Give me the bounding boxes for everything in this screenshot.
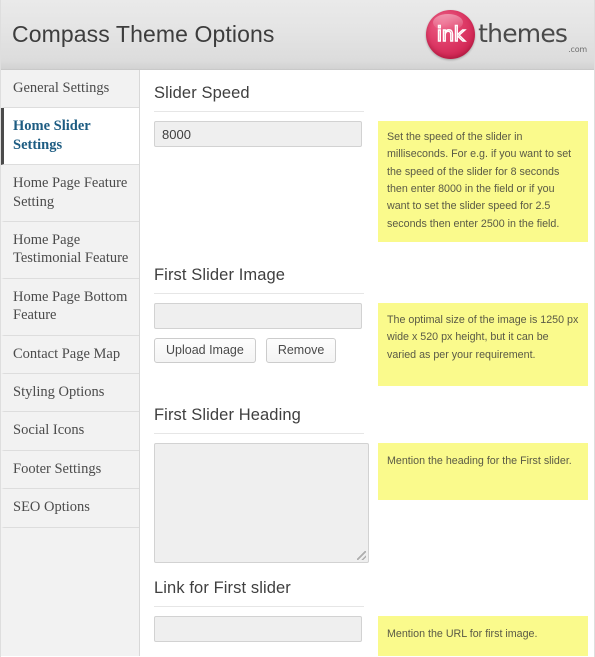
page-title: Compass Theme Options [12, 21, 275, 47]
divider [154, 292, 364, 294]
body-wrapper: General Settings Home Slider Settings Ho… [1, 70, 594, 656]
slider-speed-input-col [154, 121, 364, 147]
sidebar-item-home-page-testimonial-feature[interactable]: Home Page Testimonial Feature [1, 222, 139, 279]
page-header: Compass Theme Options ink themes .com [1, 0, 594, 70]
divider [154, 605, 364, 607]
settings-content: Slider Speed Set the speed of the slider… [140, 70, 594, 656]
sidebar-item-general-settings[interactable]: General Settings [1, 70, 139, 109]
sidebar-item-seo-options[interactable]: SEO Options [1, 489, 139, 528]
field-slider-speed: Slider Speed Set the speed of the slider… [154, 84, 594, 242]
textarea-holder [154, 442, 369, 563]
field-link-first-slider: Link for First slider Mention the URL fo… [154, 579, 594, 656]
first-slider-image-buttons: Upload Image Remove [154, 337, 364, 363]
logo-circle-icon: ink [426, 10, 476, 59]
link-first-slider-input-col [154, 615, 364, 642]
field-first-slider-heading: First Slider Heading Mention the heading… [154, 406, 594, 563]
first-slider-heading-input-col [154, 442, 369, 563]
first-slider-image-input[interactable] [154, 302, 362, 329]
sidebar-item-contact-page-map[interactable]: Contact Page Map [1, 335, 139, 375]
slider-speed-row: Set the speed of the slider in milliseco… [154, 121, 594, 242]
field-first-slider-image: First Slider Image Upload Image Remove T… [154, 266, 594, 386]
link-first-slider-row: Mention the URL for first image. [154, 615, 594, 656]
sidebar-item-home-page-bottom-feature[interactable]: Home Page Bottom Feature [1, 278, 139, 336]
first-slider-image-help: The optimal size of the image is 1250 px… [378, 302, 588, 386]
theme-options-page: Compass Theme Options ink themes .com Ge… [0, 0, 595, 657]
first-slider-image-row: Upload Image Remove The optimal size of … [154, 302, 594, 386]
logo-ink-text: ink [436, 21, 466, 46]
upload-image-button[interactable]: Upload Image [154, 337, 256, 363]
sidebar-nav: General Settings Home Slider Settings Ho… [1, 70, 140, 656]
first-slider-heading-textarea[interactable] [154, 442, 369, 563]
sidebar-item-social-icons[interactable]: Social Icons [1, 412, 139, 451]
first-slider-heading-help: Mention the heading for the First slider… [378, 442, 588, 501]
logo-tld-text: .com [568, 44, 587, 54]
divider [154, 111, 364, 112]
sidebar-item-footer-settings[interactable]: Footer Settings [1, 450, 139, 490]
sidebar-item-styling-options[interactable]: Styling Options [1, 374, 139, 413]
slider-speed-input[interactable] [154, 121, 362, 147]
first-slider-heading-row: Mention the heading for the First slider… [154, 442, 594, 563]
inkthemes-logo: ink themes .com [426, 7, 587, 63]
first-slider-image-input-col: Upload Image Remove [154, 302, 364, 363]
slider-speed-title: Slider Speed [154, 84, 250, 102]
link-first-slider-input[interactable] [154, 615, 362, 642]
remove-image-button[interactable]: Remove [265, 337, 337, 363]
logo-themes-text: themes [478, 18, 568, 48]
sidebar-item-home-slider-settings[interactable]: Home Slider Settings [1, 108, 139, 166]
link-first-slider-help: Mention the URL for first image. [378, 615, 588, 656]
slider-speed-help: Set the speed of the slider in milliseco… [378, 121, 588, 242]
sidebar-item-home-page-feature-setting[interactable]: Home Page Feature Setting [1, 165, 139, 223]
first-slider-heading-title: First Slider Heading [154, 405, 301, 424]
first-slider-image-title: First Slider Image [154, 265, 286, 284]
link-first-slider-title: Link for First slider [154, 578, 291, 597]
divider [154, 432, 364, 434]
